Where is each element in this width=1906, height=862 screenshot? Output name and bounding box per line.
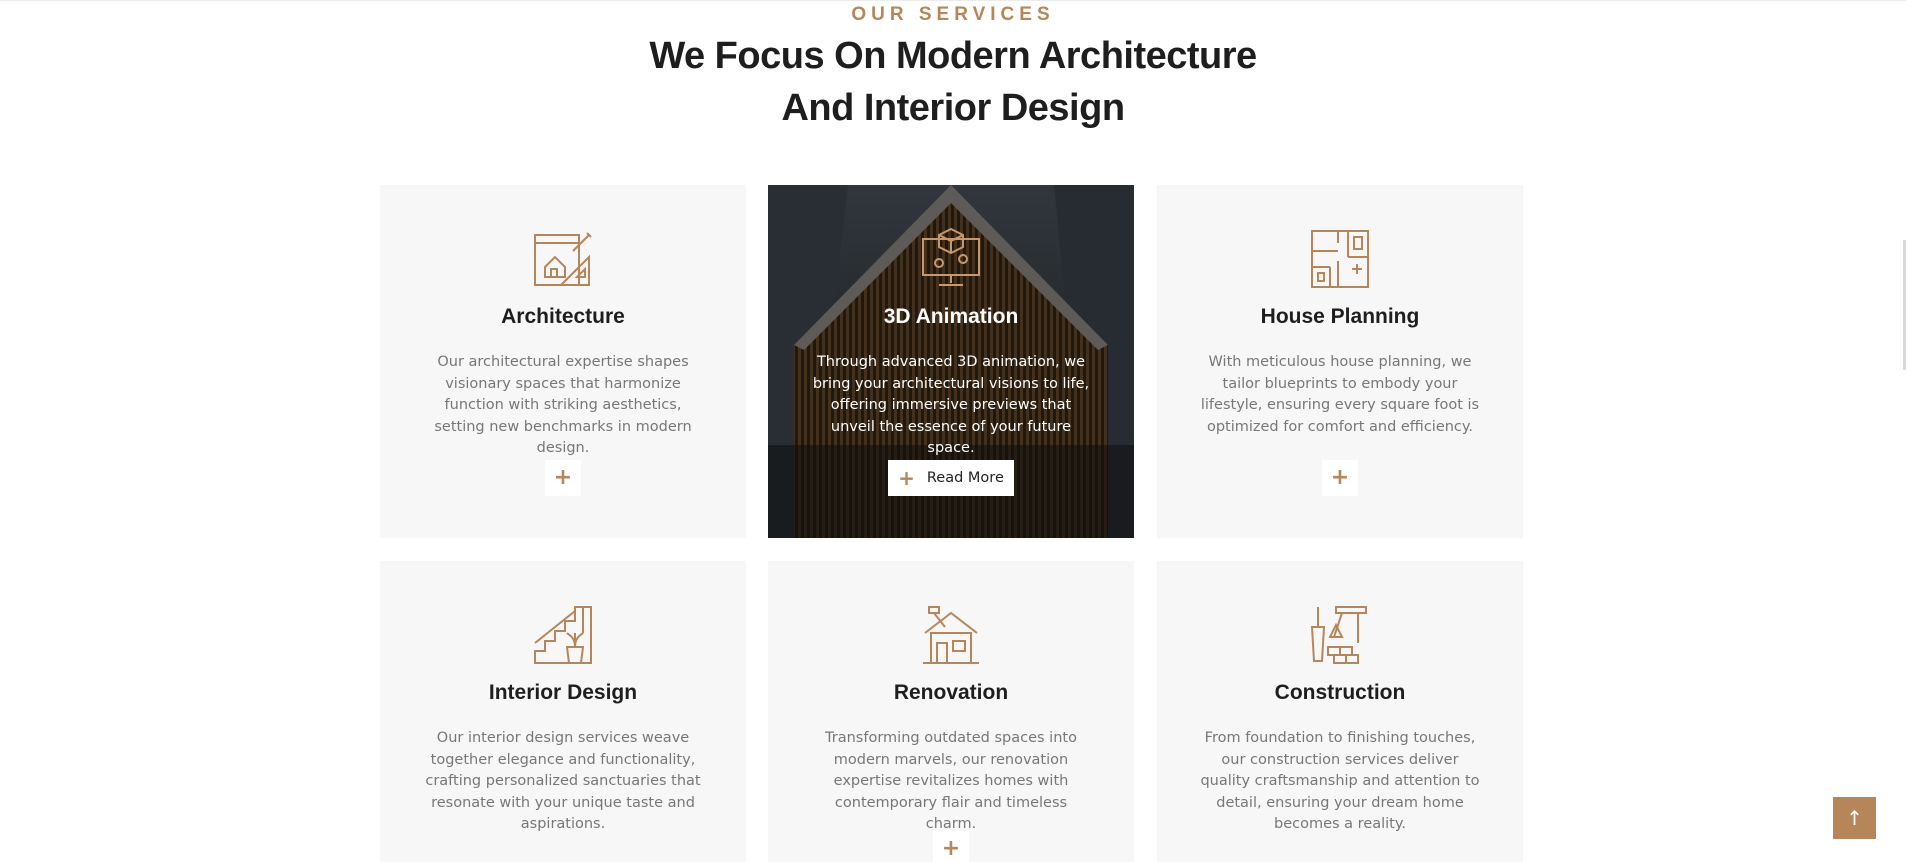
3d-monitor-icon [919, 227, 983, 291]
expand-button[interactable]: + [545, 460, 581, 496]
crane-bricks-icon [1308, 603, 1372, 667]
service-card-architecture[interactable]: Architecture Our architectural expertise… [380, 185, 746, 538]
service-description: Transforming outdated spaces into modern… [825, 730, 1077, 832]
service-description: Our architectural expertise shapes visio… [434, 354, 692, 456]
service-title: Renovation [893, 681, 1009, 704]
heading-line-1: We Focus On Modern Architecture [649, 35, 1257, 77]
service-card-interior-design[interactable]: Interior Design Our interior design serv… [380, 561, 746, 862]
expand-button[interactable]: + [933, 831, 969, 862]
service-title: Architecture [501, 305, 625, 328]
service-description: Through advanced 3D animation, we bring … [812, 354, 1090, 456]
plus-icon: + [898, 466, 915, 490]
section-heading: We Focus On Modern Architecture And Inte… [0, 30, 1906, 134]
service-title: House Planning [1260, 305, 1420, 328]
service-description: Our interior design services weave toget… [425, 730, 701, 832]
service-description: From foundation to finishing touches, ou… [1200, 730, 1480, 832]
expand-button[interactable]: + [1322, 460, 1358, 496]
floor-plan-icon [1308, 227, 1372, 291]
service-card-house-planning[interactable]: House Planning With meticulous house pla… [1157, 185, 1523, 538]
service-card-3d-animation[interactable]: 3D Animation Through advanced 3D animati… [768, 185, 1134, 538]
house-hammer-icon [919, 603, 983, 667]
service-card-renovation[interactable]: Renovation Transforming outdated spaces … [768, 561, 1134, 862]
heading-line-2: And Interior Design [781, 87, 1125, 129]
read-more-label: Read More [926, 470, 1004, 486]
service-title: Construction [1274, 681, 1406, 704]
service-card-construction[interactable]: Construction From foundation to finishin… [1157, 561, 1523, 862]
service-title: 3D Animation [883, 305, 1019, 328]
service-title: Interior Design [488, 681, 638, 704]
stairs-plant-icon [531, 603, 595, 667]
top-divider [0, 0, 1906, 1]
blueprint-icon [531, 227, 595, 291]
service-description: With meticulous house planning, we tailo… [1200, 354, 1480, 435]
read-more-button[interactable]: + Read More [888, 460, 1014, 496]
section-eyebrow: OUR SERVICES [851, 4, 1055, 25]
scroll-to-top-button[interactable]: ↑ [1833, 797, 1876, 839]
